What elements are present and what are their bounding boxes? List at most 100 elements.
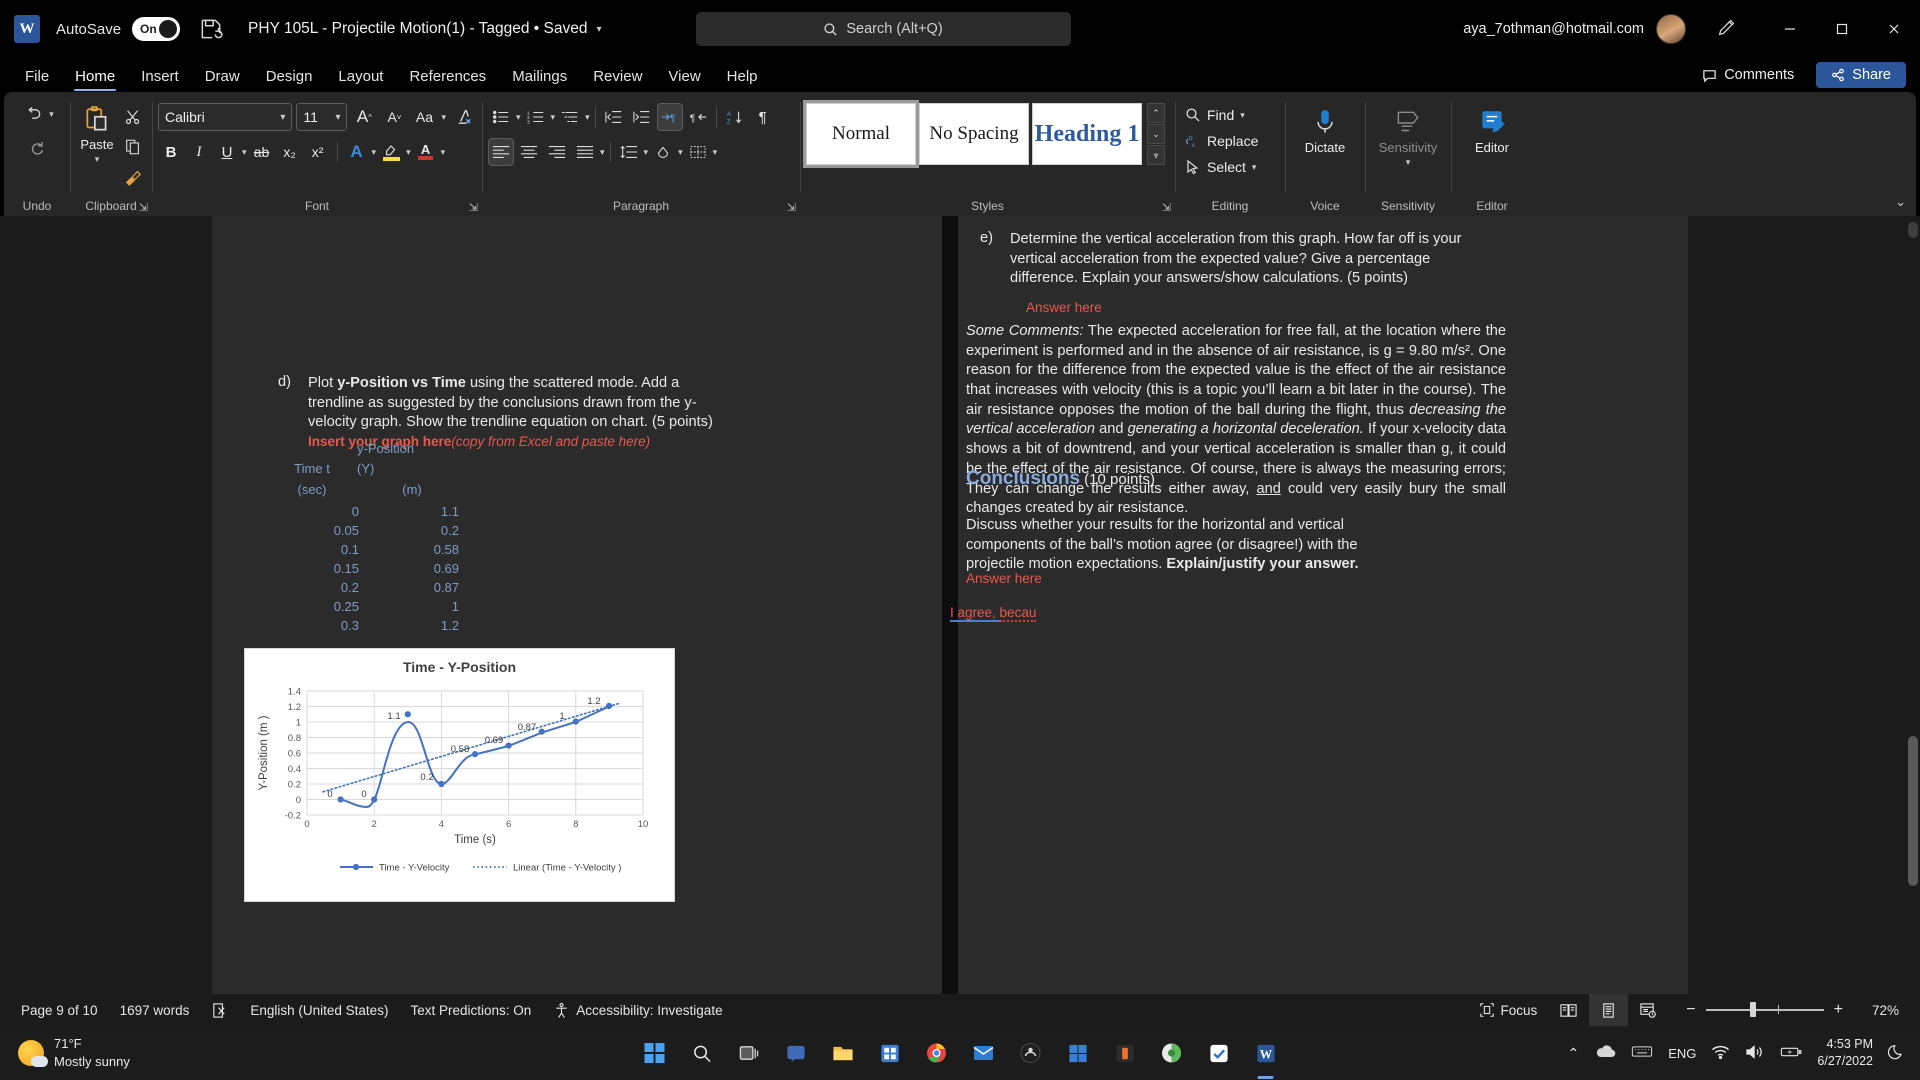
collapse-ribbon-chevron-icon[interactable]: ⌄ <box>1895 194 1906 210</box>
embedded-chart[interactable]: Time - Y-Position 1.4 1.2 1 0.8 0.6 0.4 … <box>244 648 675 902</box>
font-size-box[interactable]: 11 ▾ <box>296 103 348 131</box>
document-canvas[interactable]: d) Plot y-Position vs Time using the sca… <box>0 216 1920 994</box>
search-box[interactable]: Search (Alt+Q) <box>695 12 1071 46</box>
google-chrome-icon[interactable] <box>920 1036 954 1070</box>
line-spacing-chevron-down-icon[interactable]: ▾ <box>644 147 649 158</box>
show-hidden-icons-chevron-icon[interactable]: ⌃ <box>1567 1045 1579 1062</box>
chat-icon[interactable] <box>779 1036 813 1070</box>
show-formatting-marks-button[interactable]: ¶ <box>750 103 776 131</box>
font-size-chevron-down-icon[interactable]: ▾ <box>335 112 340 123</box>
grow-font-button[interactable]: A ^ <box>351 103 377 131</box>
status-accessibility[interactable]: Accessibility: Investigate <box>542 1002 733 1019</box>
font-name-box[interactable]: Calibri ▾ <box>158 103 293 131</box>
maximize-button[interactable] <box>1816 0 1868 58</box>
shading-chevron-down-icon[interactable]: ▾ <box>678 147 683 158</box>
web-layout-button[interactable] <box>1628 1002 1668 1019</box>
tab-insert[interactable]: Insert <box>128 68 192 92</box>
shrink-font-button[interactable]: A ˅ <box>381 103 407 131</box>
borders-chevron-down-icon[interactable]: ▾ <box>713 147 718 158</box>
document-scrollbar[interactable] <box>1906 216 1920 994</box>
justify-button[interactable] <box>572 138 598 166</box>
shading-button[interactable] <box>650 138 676 166</box>
editor-button[interactable]: Editor <box>1461 102 1523 188</box>
borders-button[interactable] <box>685 138 711 166</box>
change-case-button[interactable]: Aa <box>411 103 437 131</box>
style-heading-1[interactable]: Heading 1 <box>1032 103 1142 165</box>
answer-placeholder-2[interactable]: Answer here <box>966 571 1042 586</box>
avatar[interactable] <box>1656 14 1686 44</box>
battery-icon[interactable] <box>1780 1045 1802 1062</box>
subscript-button[interactable]: x₂ <box>277 138 303 166</box>
undo-chevron-down-icon[interactable]: ▾ <box>49 109 54 120</box>
rtl-text-direction-button[interactable]: ¶ <box>685 103 711 131</box>
zoom-slider[interactable]: − + <box>1676 1001 1853 1019</box>
align-right-button[interactable] <box>544 138 570 166</box>
tab-mailings[interactable]: Mailings <box>499 68 580 92</box>
paragraph-dialog-launcher[interactable]: ⇲ <box>787 201 796 214</box>
clock[interactable]: 4:53 PM 6/27/2022 <box>1817 1036 1873 1070</box>
close-button[interactable] <box>1868 0 1920 58</box>
zoom-in-button[interactable]: + <box>1824 1001 1853 1019</box>
bullets-chevron-down-icon[interactable]: ▾ <box>516 112 521 123</box>
settings-icon[interactable] <box>1061 1036 1095 1070</box>
wifi-icon[interactable] <box>1711 1044 1730 1063</box>
onedrive-icon[interactable] <box>1594 1044 1616 1062</box>
tab-draw[interactable]: Draw <box>192 68 253 92</box>
save-refresh-icon[interactable] <box>198 16 224 42</box>
zoom-track[interactable] <box>1705 1002 1824 1018</box>
status-language[interactable]: English (United States) <box>239 1003 399 1018</box>
multilevel-chevron-down-icon[interactable]: ▾ <box>585 112 590 123</box>
dictate-button[interactable]: Dictate <box>1294 102 1356 188</box>
app-icon-green[interactable] <box>1155 1036 1189 1070</box>
find-button[interactable]: Find ▾ <box>1181 102 1279 128</box>
scrollbar-up-arrow[interactable] <box>1908 222 1918 238</box>
format-painter-button[interactable] <box>120 163 146 191</box>
highlight-chevron-down-icon[interactable]: ▾ <box>406 147 411 158</box>
tab-help[interactable]: Help <box>714 68 771 92</box>
superscript-button[interactable]: x² <box>305 138 331 166</box>
zoom-level-label[interactable]: 72% <box>1861 1003 1910 1018</box>
word-taskbar-icon[interactable]: W <box>1249 1036 1283 1070</box>
autosave-toggle[interactable]: On <box>132 17 181 41</box>
styles-dialog-launcher[interactable]: ⇲ <box>1162 201 1171 214</box>
sensitivity-chevron-down-icon[interactable]: ▾ <box>1406 157 1411 168</box>
paste-chevron-down-icon[interactable]: ▾ <box>95 154 100 165</box>
mail-icon[interactable] <box>967 1036 1001 1070</box>
text-effects-chevron-down-icon[interactable]: ▾ <box>372 147 377 158</box>
select-chevron-down-icon[interactable]: ▾ <box>1252 162 1257 173</box>
paste-button[interactable]: Paste ▾ <box>76 99 118 185</box>
proofing-errors-icon[interactable] <box>200 1002 239 1019</box>
app-icon-dark[interactable] <box>1014 1036 1048 1070</box>
language-indicator[interactable]: ENG <box>1668 1046 1696 1061</box>
document-title[interactable]: PHY 105L - Projectile Motion(1) - Tagged… <box>248 20 587 38</box>
style-normal[interactable]: Normal <box>803 100 919 168</box>
multilevel-list-button[interactable] <box>557 103 583 131</box>
minimize-button[interactable] <box>1764 0 1816 58</box>
align-left-button[interactable] <box>488 138 514 166</box>
search-icon[interactable] <box>685 1036 719 1070</box>
weather-widget[interactable]: 71°F Mostly sunny <box>0 1035 130 1070</box>
strikethrough-button[interactable]: ab <box>249 138 275 166</box>
styles-more-button[interactable]: ⩔ <box>1147 145 1165 165</box>
bullet-list-button[interactable] <box>488 103 514 131</box>
font-color-button[interactable]: A <box>413 138 439 166</box>
styles-scroll-down-button[interactable]: ⌄ <box>1147 124 1165 144</box>
clipboard-dialog-launcher[interactable]: ⇲ <box>139 201 148 214</box>
text-effects-button[interactable]: A <box>344 138 370 166</box>
bold-button[interactable]: B <box>158 138 184 166</box>
todo-icon[interactable] <box>1202 1036 1236 1070</box>
answer-placeholder-1[interactable]: Answer here <box>1026 300 1102 315</box>
change-case-chevron-down-icon[interactable]: ▾ <box>441 112 446 123</box>
tab-home[interactable]: Home <box>62 68 128 92</box>
task-view-icon[interactable] <box>732 1036 766 1070</box>
line-spacing-button[interactable] <box>616 138 642 166</box>
align-chevron-down-icon[interactable]: ▾ <box>600 147 605 158</box>
tab-review[interactable]: Review <box>580 68 655 92</box>
cut-button[interactable] <box>120 103 146 131</box>
font-color-chevron-down-icon[interactable]: ▾ <box>441 147 446 158</box>
numbered-list-button[interactable]: 1 2 3 <box>523 103 549 131</box>
title-chevron-down-icon[interactable]: ▾ <box>596 24 601 35</box>
account-name[interactable]: aya_7othman@hotmail.com <box>1463 21 1644 37</box>
tab-view[interactable]: View <box>655 68 713 92</box>
tab-design[interactable]: Design <box>253 68 326 92</box>
